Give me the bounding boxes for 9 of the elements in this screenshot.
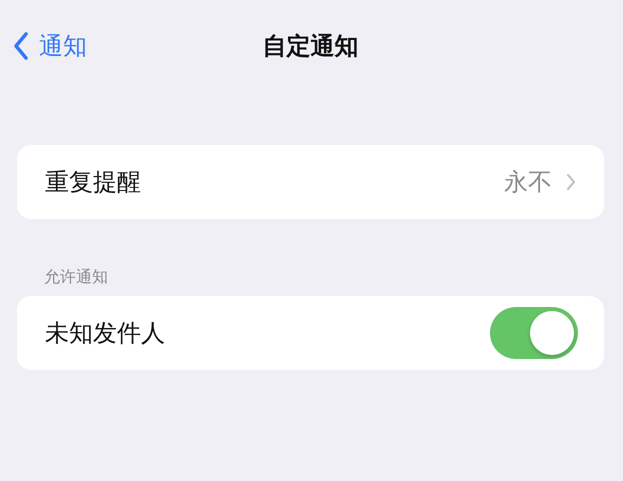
toggle-switch[interactable] [490,307,578,359]
back-chevron-icon [13,31,29,61]
row-label: 未知发件人 [45,318,166,349]
row-label: 重复提醒 [45,167,142,198]
page-title: 自定通知 [262,31,358,62]
chevron-icon [566,173,576,191]
row-value[interactable]: 永不 [504,166,552,198]
back-button[interactable]: 通知 [7,29,93,63]
section-header: 允许通知 [44,267,109,288]
